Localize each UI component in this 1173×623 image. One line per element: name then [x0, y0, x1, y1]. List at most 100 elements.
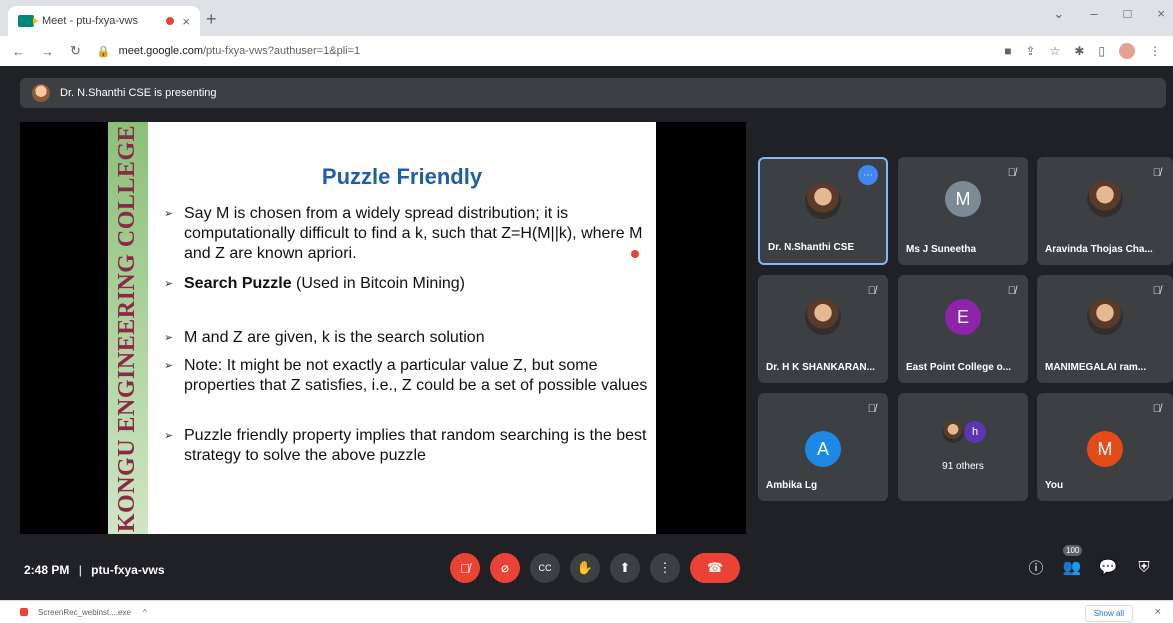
mic-off-icon: 🎙̸ [1152, 285, 1161, 297]
participant-avatar [942, 421, 964, 443]
camera-in-use-icon[interactable]: ■ [1004, 44, 1011, 58]
browser-tab-bar: Meet - ptu-fxya-vws × + ⌄ – □ × [0, 0, 1173, 36]
participant-name: MANIMEGALAI ram... [1045, 362, 1147, 373]
more-options-icon[interactable]: ⋮ [650, 553, 680, 583]
participant-tile[interactable]: 🎙̸ E East Point College o... [898, 275, 1028, 383]
tab-title: Meet - ptu-fxya-vws [42, 15, 138, 27]
reload-icon[interactable]: ↻ [70, 43, 81, 59]
participant-name: Ambika Lg [766, 480, 818, 491]
participant-avatar: h [964, 421, 986, 443]
participant-tile[interactable]: 🎙̸ Dr. H K SHANKARAN... [758, 275, 888, 383]
mic-off-icon: 🎙̸ [867, 403, 876, 415]
participant-name: Ms J Suneetha [906, 244, 977, 255]
mic-off-icon: 🎙̸ [1007, 167, 1016, 179]
presenting-banner: Dr. N.Shanthi CSE is presenting [20, 78, 1166, 108]
participant-name: East Point College o... [906, 362, 1012, 373]
download-file-icon [20, 608, 28, 616]
pointer-cursor-icon [631, 250, 639, 258]
presentation-slide: KONGU ENGINEERING COLLEGE Puzzle Friendl… [108, 122, 656, 534]
meeting-info: 2:48 PM | ptu-fxya-vws [24, 563, 165, 577]
captions-icon[interactable]: CC [530, 553, 560, 583]
participant-avatar [805, 299, 841, 335]
meeting-code: ptu-fxya-vws [91, 563, 165, 577]
chevron-up-icon[interactable]: ^ [143, 608, 147, 617]
bookmark-star-icon[interactable]: ☆ [1050, 44, 1061, 58]
bullet-5: Puzzle friendly property implies that ra… [164, 426, 648, 466]
maximize-button[interactable]: □ [1124, 6, 1132, 22]
browser-tab[interactable]: Meet - ptu-fxya-vws × [8, 6, 200, 36]
close-tab-icon[interactable]: × [182, 14, 190, 29]
participant-name: Aravinda Thojas Cha... [1045, 244, 1153, 255]
forward-icon[interactable]: → [41, 44, 54, 59]
browser-toolbar: ■ ⇪ ☆ ✱ ▯ ⋮ [1004, 43, 1161, 59]
chat-icon[interactable]: 💬 [1097, 553, 1119, 581]
presenter-avatar [32, 84, 50, 102]
participant-tile[interactable]: 🎙̸ M You [1037, 393, 1173, 501]
participant-tile[interactable]: 🎙̸ MANIMEGALAI ram... [1037, 275, 1173, 383]
window-controls: ⌄ – □ × [1053, 6, 1165, 22]
participant-name: Dr. H K SHANKARAN... [766, 362, 875, 373]
url-path: /ptu-fxya-vws?authuser=1&pli=1 [203, 45, 361, 57]
mic-off-icon[interactable]: 🎙̸ [450, 553, 480, 583]
download-shelf: ScreenRec_webinst....exe ^ Show all × [0, 600, 1173, 623]
more-options-icon[interactable]: ⋯ [858, 165, 878, 185]
clock: 2:48 PM [24, 563, 70, 577]
profile-avatar[interactable] [1119, 43, 1135, 59]
people-count-badge: 100 [1063, 545, 1083, 556]
participant-name: You [1045, 480, 1064, 491]
mic-off-icon: 🎙̸ [1007, 285, 1016, 297]
mic-off-icon: 🎙̸ [1152, 403, 1161, 415]
browser-menu-icon[interactable]: ⋮ [1149, 44, 1161, 58]
present-now-icon[interactable]: ⬆ [610, 553, 640, 583]
download-filename[interactable]: ScreenRec_webinst....exe [38, 608, 131, 617]
slide-title: Puzzle Friendly [321, 164, 483, 189]
back-icon[interactable]: ← [12, 44, 25, 59]
address-bar: ← → ↻ 🔒 meet.google.com/ptu-fxya-vws?aut… [0, 36, 1173, 66]
meet-favicon-icon [18, 15, 38, 27]
participant-tile[interactable]: 🎙̸ Aravinda Thojas Cha... [1037, 157, 1173, 265]
participant-tile[interactable]: 🎙̸ M Ms J Suneetha [898, 157, 1028, 265]
close-shelf-icon[interactable]: × [1155, 606, 1161, 618]
separator: | [78, 563, 82, 577]
mic-off-icon: 🎙̸ [867, 285, 876, 297]
presenting-text: Dr. N.Shanthi CSE is presenting [60, 87, 217, 99]
new-tab-button[interactable]: + [206, 9, 217, 30]
bullet-3: M and Z are given, k is the search solut… [164, 328, 648, 348]
minimize-button[interactable]: – [1090, 6, 1097, 22]
participant-avatar: E [945, 299, 981, 335]
share-icon[interactable]: ⇪ [1026, 44, 1036, 58]
participant-avatar [805, 183, 841, 219]
camera-off-icon[interactable]: ⌀ [490, 553, 520, 583]
presentation-stage[interactable]: KONGU ENGINEERING COLLEGE Puzzle Friendl… [20, 122, 746, 534]
others-tile[interactable]: h 91 others [898, 393, 1028, 501]
bullet-1: Say M is chosen from a widely spread dis… [164, 204, 648, 264]
participant-avatar [1087, 299, 1123, 335]
url-field[interactable]: 🔒 meet.google.com/ptu-fxya-vws?authuser=… [97, 45, 988, 58]
bullet-2: Search Puzzle (Used in Bitcoin Mining) [164, 274, 648, 294]
recording-indicator-icon [166, 17, 175, 25]
participant-avatar: A [805, 431, 841, 467]
participant-avatar [1087, 181, 1123, 217]
host-controls-icon[interactable]: ⛨ [1133, 553, 1155, 581]
extensions-icon[interactable]: ✱ [1074, 44, 1084, 58]
college-banner: KONGU ENGINEERING COLLEGE [114, 124, 141, 532]
url-host: meet.google.com [118, 45, 203, 57]
end-call-icon[interactable]: ☎ [690, 553, 740, 583]
sidepanel-icon[interactable]: ▯ [1098, 44, 1105, 58]
others-count: 91 others [942, 461, 984, 472]
close-window-button[interactable]: × [1157, 6, 1165, 22]
side-controls: ⓘ 👥 100 💬 ⛨ [1025, 545, 1155, 581]
participant-tile[interactable]: ⋯ Dr. N.Shanthi CSE [758, 157, 888, 265]
call-controls: 🎙̸ ⌀ CC ✋ ⬆ ⋮ ☎ [450, 553, 740, 583]
people-icon[interactable]: 👥 100 [1061, 545, 1083, 581]
raise-hand-icon[interactable]: ✋ [570, 553, 600, 583]
participant-name: Dr. N.Shanthi CSE [768, 242, 855, 253]
mic-off-icon: 🎙̸ [1152, 167, 1161, 179]
show-all-button[interactable]: Show all [1084, 605, 1133, 622]
bullet-4: Note: It might be not exactly a particul… [164, 356, 648, 396]
tab-search-icon[interactable]: ⌄ [1053, 6, 1064, 22]
participant-avatar: M [1087, 431, 1123, 467]
participant-tile[interactable]: 🎙̸ A Ambika Lg [758, 393, 888, 501]
info-icon[interactable]: ⓘ [1025, 553, 1047, 581]
participant-avatar: M [945, 181, 981, 217]
